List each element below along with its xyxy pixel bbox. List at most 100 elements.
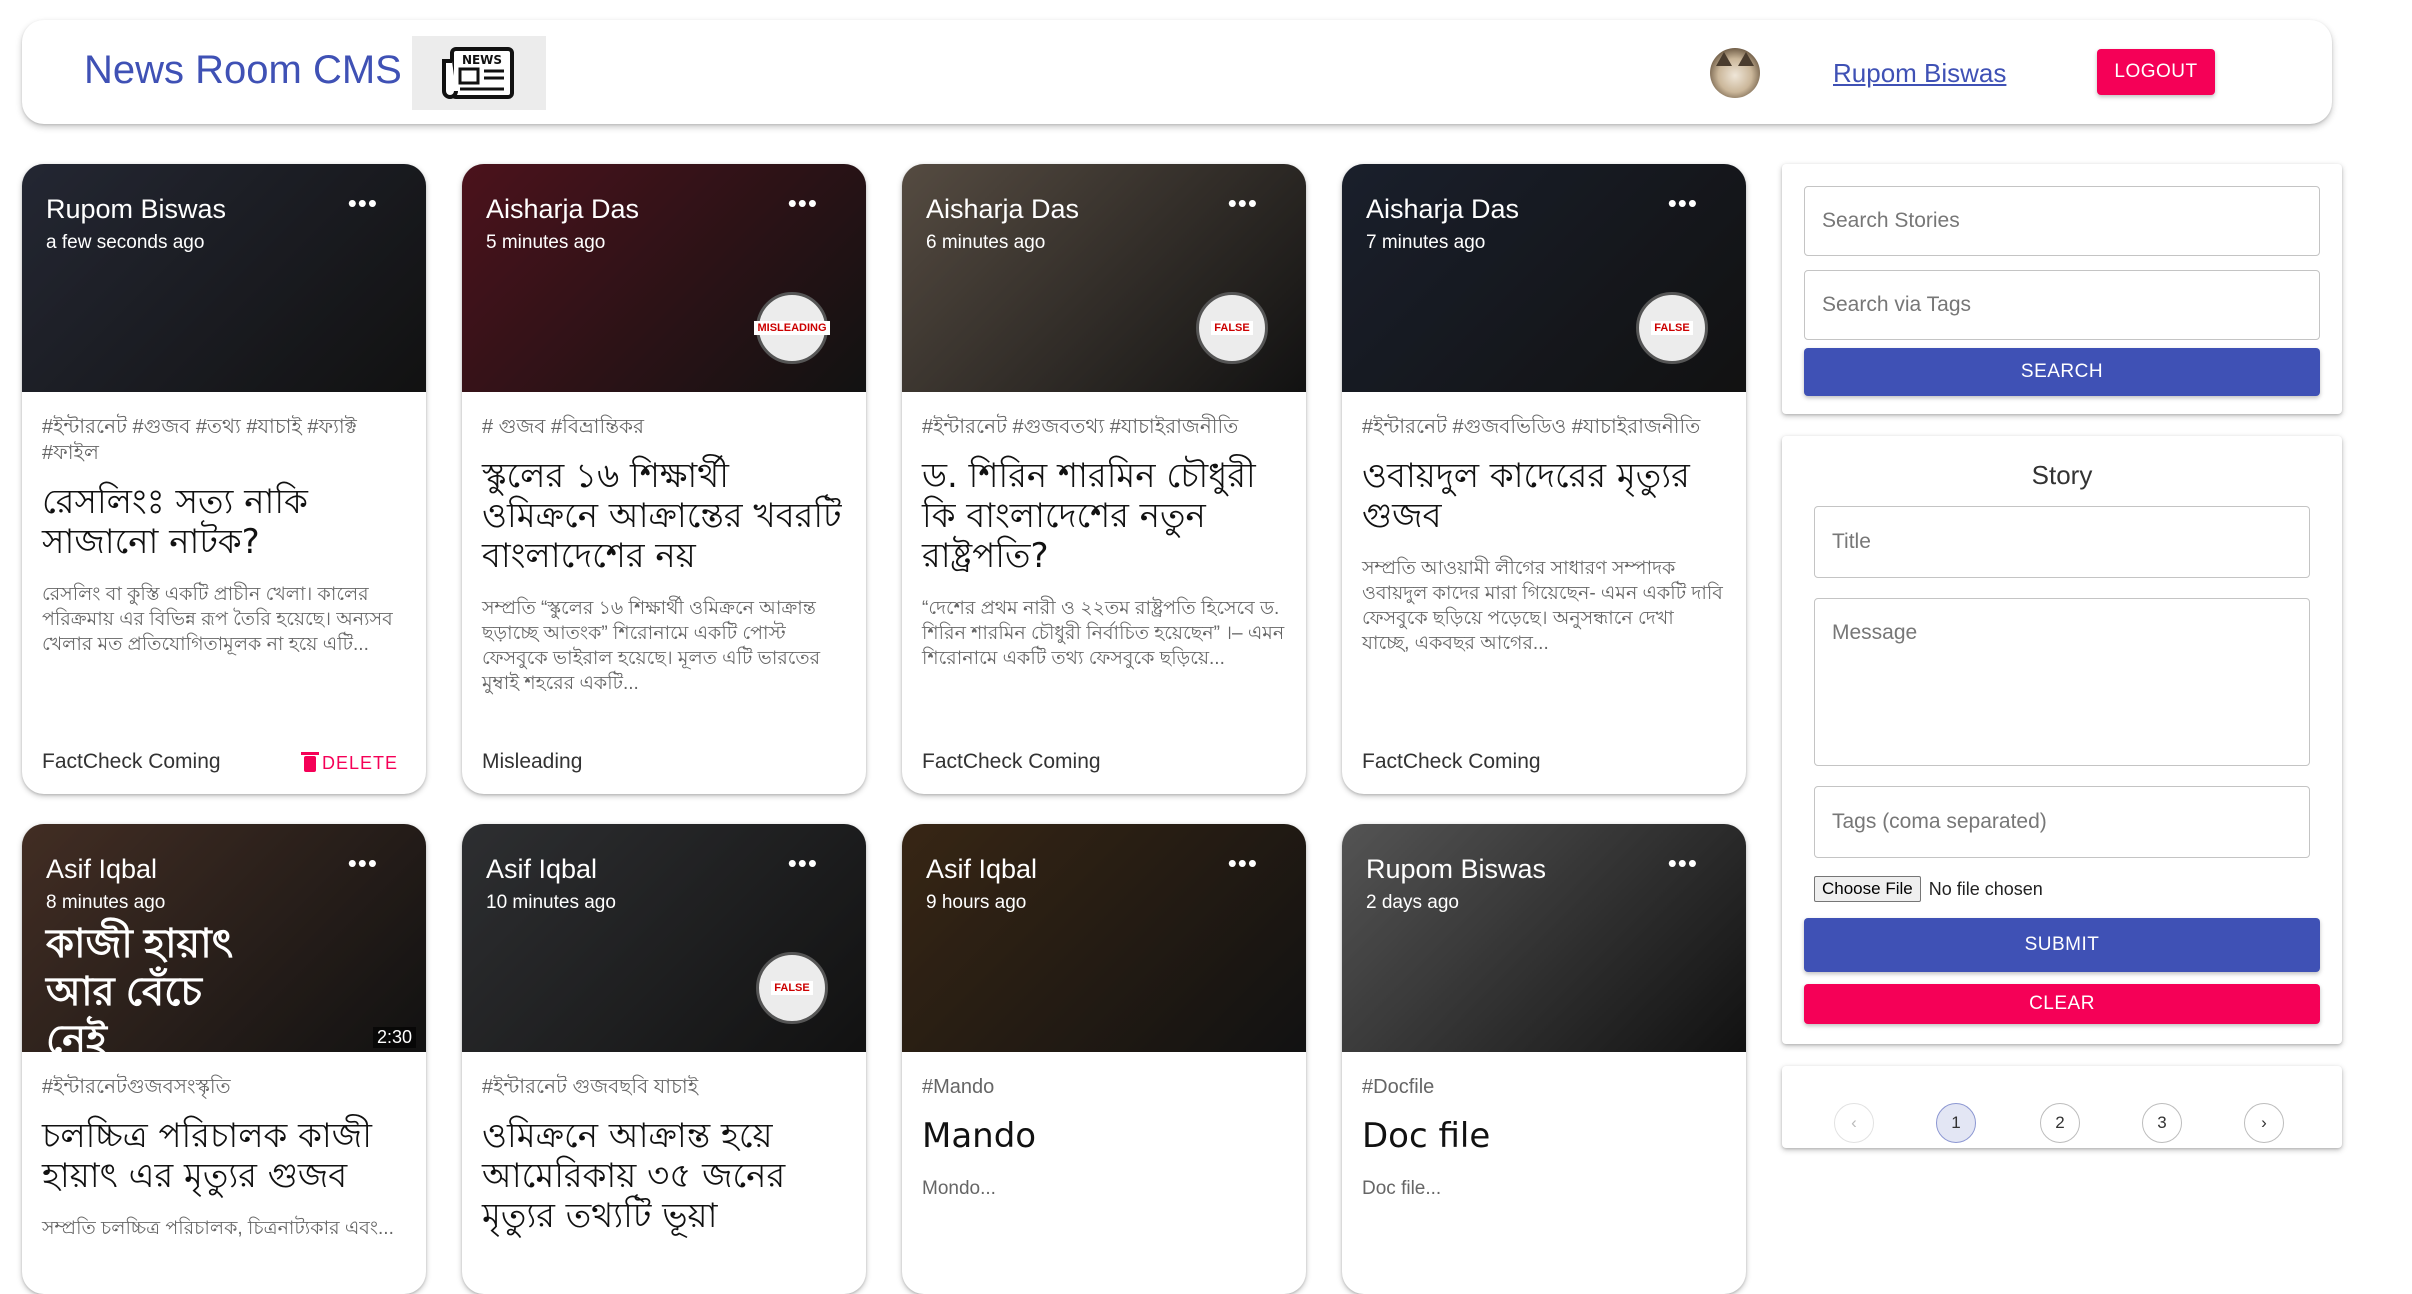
post-card[interactable]: Asif Iqbal 9 hours ago ••• #Mando Mando Mondo…: [902, 824, 1306, 1294]
post-tags: #Docfile: [1362, 1076, 1435, 1098]
page-button-2[interactable]: 2: [2040, 1103, 2080, 1143]
more-options-icon[interactable]: •••: [788, 848, 818, 879]
post-actions: FactCheck Coming: [1362, 744, 1726, 774]
post-body: #ইন্টারনেট #গুজব #তথ্য #যাচাই #ফ্যাক্ট #…: [22, 414, 426, 657]
user-avatar[interactable]: [1710, 48, 1760, 98]
app-bar: News Room CMS NEWS Rupom Biswas LOGOUT: [22, 20, 2332, 124]
post-tags: #ইন্টারনেট #গুজবভিডিও #যাচাইরাজনীতি: [1362, 416, 1701, 438]
post-time: 10 minutes ago: [486, 892, 616, 913]
post-title: Doc file: [1362, 1116, 1491, 1156]
post-time: 2 days ago: [1366, 892, 1459, 913]
more-options-icon[interactable]: •••: [1228, 188, 1258, 219]
more-options-icon[interactable]: •••: [348, 848, 378, 879]
post-message: Doc file...: [1362, 1178, 1442, 1199]
delete-button[interactable]: DELETE: [300, 751, 398, 774]
more-options-icon[interactable]: •••: [788, 188, 818, 219]
search-panel: SEARCH: [1782, 164, 2342, 414]
post-card[interactable]: MISLEADING Aisharja Das 5 minutes ago ••• # …: [462, 164, 866, 794]
post-card[interactable]: কাজী হায়াৎ আর বেঁচে নেই 2:30 Asif Iqbal 8 …: [22, 824, 426, 1294]
post-author: Asif Iqbal: [486, 854, 598, 884]
post-author: Aisharja Das: [1366, 194, 1520, 224]
post-body: #Mando Mando Mondo...: [902, 1074, 1306, 1201]
more-options-icon[interactable]: •••: [1228, 848, 1258, 879]
post-body: #ইন্টারনেটগুজবসংস্কৃতি চলচ্চিত্র পরিচালক …: [22, 1074, 426, 1241]
post-card[interactable]: FALSE Asif Iqbal 10 minutes ago ••• #ইন্টারন…: [462, 824, 866, 1294]
post-body: #ইন্টারনেট #গুজবতথ্য #যাচাইরাজনীতি ড. শির…: [902, 414, 1306, 671]
factcheck-status: FactCheck Coming: [1362, 750, 1541, 773]
post-card[interactable]: FALSE Aisharja Das 7 minutes ago ••• #ইন্টার…: [1342, 164, 1746, 794]
post-author: Rupom Biswas: [46, 194, 227, 224]
page-button-3[interactable]: 3: [2142, 1103, 2182, 1143]
post-author: Asif Iqbal: [46, 854, 158, 884]
story-form-panel: Story Choose File No file chosen SUBMIT …: [1782, 436, 2342, 1044]
post-tags: # গুজব #বিভ্রান্তিকর: [482, 416, 644, 438]
post-card[interactable]: FALSE Aisharja Das 6 minutes ago ••• #ইন্টার…: [902, 164, 1306, 794]
page-button-1[interactable]: 1: [1936, 1103, 1976, 1143]
search-tags-input[interactable]: [1804, 270, 2320, 340]
post-tags: #ইন্টারনেট #গুজব #তথ্য #যাচাই #ফ্যাক্ট #…: [42, 416, 357, 464]
post-author: Asif Iqbal: [926, 854, 1038, 884]
app-title[interactable]: News Room CMS: [84, 48, 402, 93]
story-title-input[interactable]: [1814, 506, 2310, 578]
post-message: সম্প্রতি চলচ্চিত্র পরিচালক, চিত্রনাট্যকা…: [42, 1218, 394, 1239]
newspaper-logo-icon: NEWS: [412, 36, 546, 110]
more-options-icon[interactable]: •••: [348, 188, 378, 219]
pagination-panel: ‹ 1 2 3 ›: [1782, 1066, 2342, 1148]
post-message: সম্প্রতি “স্কুলের ১৬ শিক্ষার্থী ওমিক্রনে…: [482, 598, 821, 694]
post-card[interactable]: Rupom Biswas a few seconds ago ••• #ইন্টারন…: [22, 164, 426, 794]
story-message-input[interactable]: [1814, 598, 2310, 766]
post-author: Aisharja Das: [486, 194, 640, 224]
story-tags-input[interactable]: [1814, 786, 2310, 858]
post-image: FALSE Aisharja Das 7 minutes ago •••: [1342, 164, 1746, 392]
more-options-icon[interactable]: •••: [1668, 848, 1698, 879]
post-actions: FactCheck Coming DELETE: [42, 744, 406, 774]
delete-icon: [300, 751, 319, 772]
post-message: রেসলিং বা কুস্তি একটি প্রাচীন খেলা। কালে…: [42, 584, 393, 655]
post-title: ড. শিরিন শারমিন চৌধুরী কি বাংলাদেশের নতু…: [922, 456, 1256, 576]
factcheck-stamp-icon: FALSE: [756, 952, 828, 1024]
post-image: FALSE Aisharja Das 6 minutes ago •••: [902, 164, 1306, 392]
post-image: FALSE Asif Iqbal 10 minutes ago •••: [462, 824, 866, 1052]
post-message: “দেশের প্রথম নারী ও ২২তম রাষ্ট্রপতি হিসে…: [922, 598, 1285, 669]
post-title: ওবায়দুল কাদেরের মৃত্যুর গুজব: [1362, 456, 1690, 536]
post-image: Asif Iqbal 9 hours ago •••: [902, 824, 1306, 1052]
factcheck-stamp-icon: FALSE: [1636, 292, 1708, 364]
post-actions: FactCheck Coming: [922, 744, 1286, 774]
post-image: কাজী হায়াৎ আর বেঁচে নেই 2:30 Asif Iqbal 8 …: [22, 824, 426, 1052]
prev-page-icon[interactable]: ‹: [1834, 1103, 1874, 1143]
post-card[interactable]: Rupom Biswas 2 days ago ••• #Docfile Doc fil…: [1342, 824, 1746, 1294]
post-tags: #ইন্টারনেট #গুজবতথ্য #যাচাইরাজনীতি: [922, 416, 1239, 438]
post-body: #ইন্টারনেট গুজবছবি যাচাই ওমিক্রনে আক্রান্…: [462, 1074, 866, 1236]
file-status: No file chosen: [1928, 878, 2043, 899]
post-body: # গুজব #বিভ্রান্তিকর স্কুলের ১৬ শিক্ষার্থ…: [462, 414, 866, 696]
post-time: a few seconds ago: [46, 232, 205, 253]
post-message: সম্প্রতি আওয়ামী লীগের সাধারণ সম্পাদক ওব…: [1362, 558, 1723, 654]
post-image: Rupom Biswas a few seconds ago •••: [22, 164, 426, 392]
factcheck-status: FactCheck Coming: [42, 750, 221, 773]
user-name-link[interactable]: Rupom Biswas: [1833, 58, 2006, 89]
post-body: #Docfile Doc file Doc file...: [1342, 1074, 1746, 1201]
post-time: 6 minutes ago: [926, 232, 1046, 253]
story-form-heading: Story: [2031, 460, 2093, 490]
logout-button[interactable]: LOGOUT: [2097, 49, 2215, 95]
submit-button[interactable]: SUBMIT: [1804, 918, 2320, 972]
more-options-icon[interactable]: •••: [1668, 188, 1698, 219]
post-body: #ইন্টারনেট #গুজবভিডিও #যাচাইরাজনীতি ওবায়…: [1342, 414, 1746, 656]
post-time: 5 minutes ago: [486, 232, 606, 253]
choose-file-button[interactable]: Choose File: [1814, 876, 1921, 902]
search-button[interactable]: SEARCH: [1804, 348, 2320, 396]
post-author: Rupom Biswas: [1366, 854, 1547, 884]
post-image: Rupom Biswas 2 days ago •••: [1342, 824, 1746, 1052]
post-tags: #Mando: [922, 1076, 995, 1098]
post-tags: #ইন্টারনেটগুজবসংস্কৃতি: [42, 1076, 231, 1098]
post-time: 9 hours ago: [926, 892, 1027, 913]
post-title: ওমিক্রনে আক্রান্ত হয়ে আমেরিকায় ৩৫ জনের…: [482, 1116, 786, 1236]
clear-button[interactable]: CLEAR: [1804, 984, 2320, 1024]
factcheck-stamp-icon: MISLEADING: [754, 292, 830, 364]
post-title: রেসলিংঃ সত্য নাকি সাজানো নাটক?: [42, 482, 308, 562]
search-stories-input[interactable]: [1804, 186, 2320, 256]
post-actions: Misleading: [482, 744, 846, 774]
next-page-icon[interactable]: ›: [2244, 1103, 2284, 1143]
post-title: Mando: [922, 1116, 1037, 1156]
factcheck-status: Misleading: [482, 750, 583, 773]
